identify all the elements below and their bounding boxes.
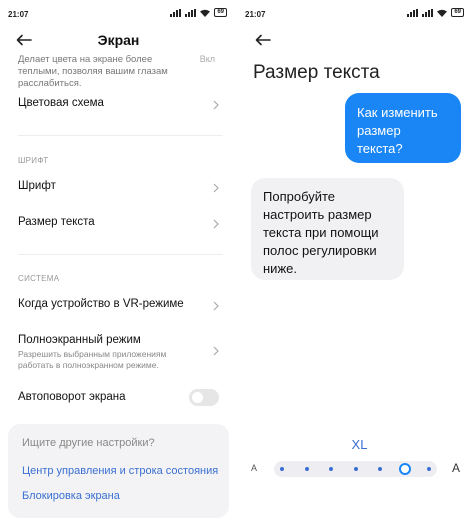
control-center-link[interactable]: Центр управления и строка состояния <box>22 465 218 477</box>
wifi-icon <box>437 9 448 17</box>
chevron-right-icon <box>213 301 219 311</box>
slider-thumb[interactable] <box>398 463 411 475</box>
battery-icon: 69 <box>214 8 227 17</box>
divider <box>18 254 223 255</box>
color-scheme-row[interactable]: Цветовая схема <box>18 97 223 117</box>
section-header-system: СИСТЕМА <box>18 274 60 283</box>
text-size-row[interactable]: Размер текста <box>18 216 223 236</box>
answer-bubble: Попробуйте настроить размер текста при п… <box>251 178 404 280</box>
status-bar: 21:07 69 <box>0 0 237 28</box>
large-text-icon: A <box>451 461 460 475</box>
fullscreen-mode-row[interactable]: Полноэкранный режим Разрешить выбранным … <box>18 334 223 374</box>
page-title: Экран <box>97 32 140 48</box>
section-header-font: ШРИФТ <box>18 156 49 165</box>
question-bubble: Как изменить размер текста? <box>345 93 461 163</box>
wifi-icon <box>200 9 211 17</box>
chevron-right-icon <box>213 183 219 193</box>
chevron-right-icon <box>213 346 219 356</box>
status-icons: 69 <box>407 8 464 17</box>
status-bar: 21:07 69 <box>237 0 474 28</box>
signal-icon <box>170 8 182 17</box>
warm-colors-description: Делает цвета на экране более теплыми, по… <box>18 54 168 89</box>
signal-icon-2 <box>422 8 434 17</box>
signal-icon <box>407 8 419 17</box>
status-icons: 69 <box>170 8 227 17</box>
slider-stop[interactable] <box>329 467 333 471</box>
slider-stop[interactable] <box>378 467 382 471</box>
battery-icon: 69 <box>451 8 464 17</box>
warm-colors-status: Вкл <box>199 54 215 64</box>
selected-size-label: XL <box>351 437 368 452</box>
small-text-icon: A <box>251 463 258 473</box>
vr-mode-label: Когда устройство в VR-режиме <box>18 298 184 310</box>
toggle-knob <box>192 392 203 403</box>
text-size-screen: 21:07 69 Размер текста Как изменить разм… <box>237 0 474 526</box>
chevron-right-icon <box>213 219 219 229</box>
vr-mode-row[interactable]: Когда устройство в VR-режиме <box>18 298 223 318</box>
signal-icon-2 <box>185 8 197 17</box>
slider-stop[interactable] <box>427 467 431 471</box>
slider-stop[interactable] <box>280 467 284 471</box>
status-time: 21:07 <box>245 10 266 19</box>
page-title: Размер текста <box>253 62 380 83</box>
text-size-slider[interactable] <box>274 461 437 477</box>
back-arrow-icon[interactable] <box>253 33 273 47</box>
color-scheme-label: Цветовая схема <box>18 97 104 109</box>
divider <box>18 135 223 136</box>
lock-screen-link[interactable]: Блокировка экрана <box>22 490 120 502</box>
fullscreen-mode-label: Полноэкранный режим <box>18 334 141 346</box>
status-time: 21:07 <box>8 10 29 19</box>
chevron-right-icon <box>213 100 219 110</box>
slider-stop[interactable] <box>304 467 309 471</box>
autorotate-toggle[interactable] <box>189 389 219 406</box>
display-settings-screen: 21:07 69 Экран Делает цвета на экране бо… <box>0 0 237 526</box>
font-row[interactable]: Шрифт <box>18 180 223 200</box>
slider-stop[interactable] <box>353 467 358 471</box>
font-label: Шрифт <box>18 180 56 192</box>
more-settings-card: Ищите другие настройки? Центр управления… <box>8 424 229 518</box>
text-size-label: Размер текста <box>18 216 95 228</box>
fullscreen-mode-description: Разрешить выбранным приложениям работать… <box>18 349 167 370</box>
more-settings-hint: Ищите другие настройки? <box>22 437 155 449</box>
